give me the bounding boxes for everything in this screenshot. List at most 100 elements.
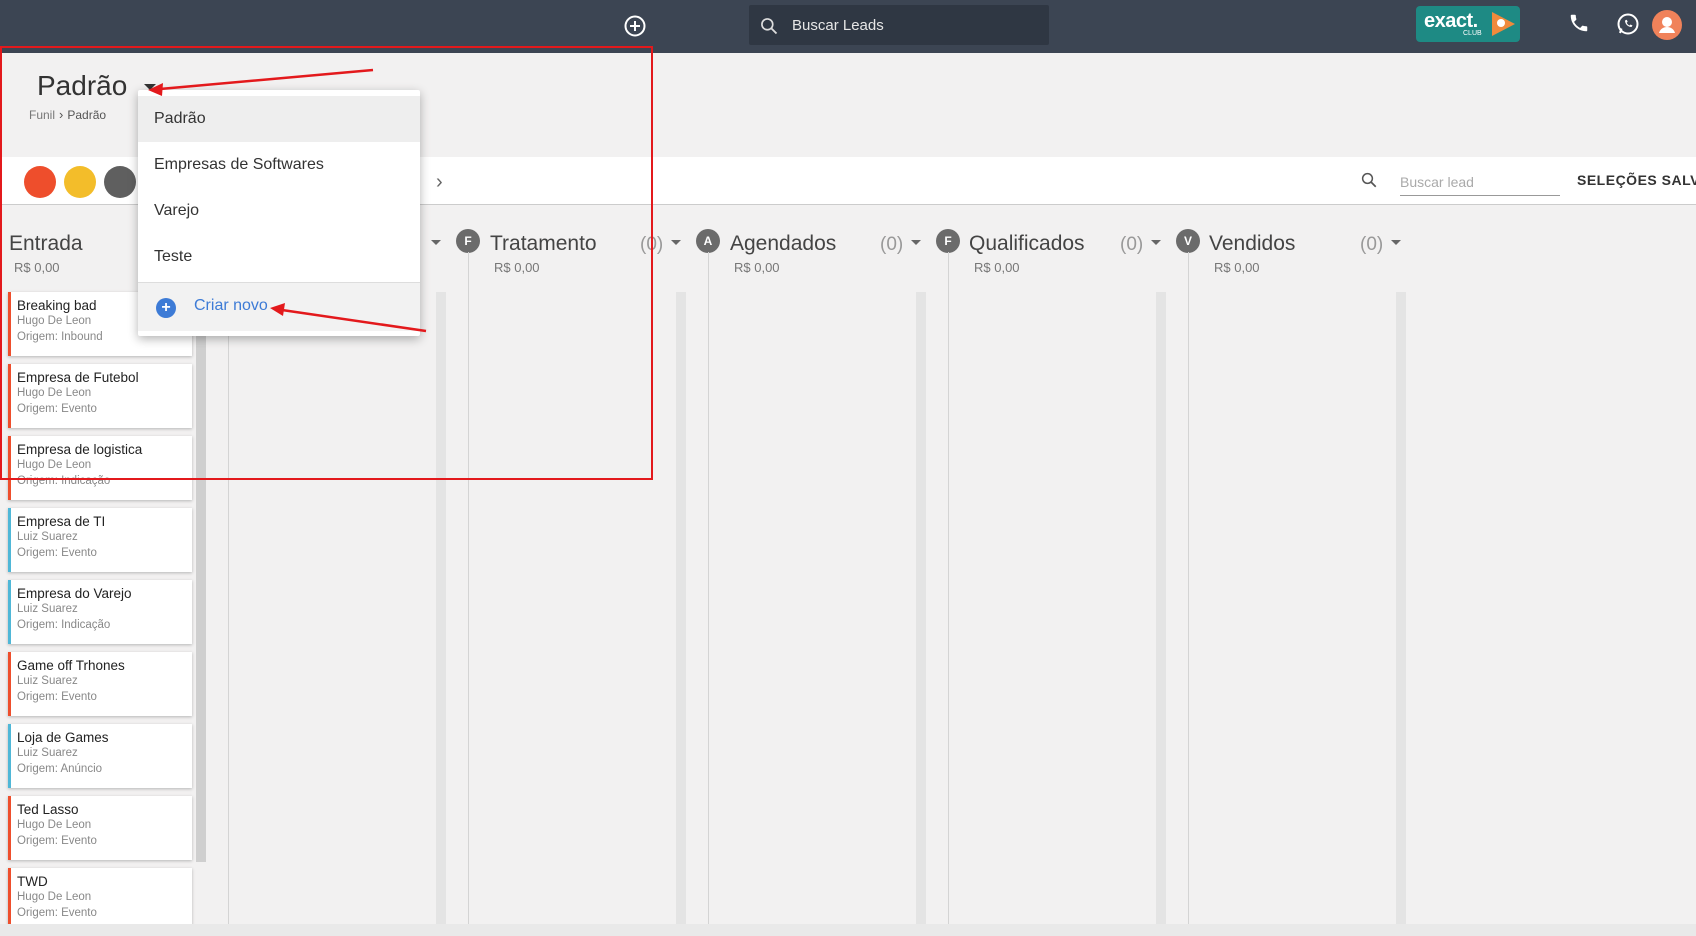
lead-card-owner: Luiz Suarez bbox=[17, 603, 78, 615]
lead-card[interactable]: TWD Hugo De Leon Origem: Evento bbox=[8, 868, 192, 932]
column-scrollbar[interactable] bbox=[1156, 292, 1166, 924]
lead-card-owner: Luiz Suarez bbox=[17, 675, 78, 687]
lead-card-name: Empresa de TI bbox=[17, 514, 106, 529]
column-value-qualificados: R$ 0,00 bbox=[974, 260, 1020, 275]
horizontal-scrollbar[interactable] bbox=[0, 924, 1696, 936]
filter-hot-dot[interactable] bbox=[24, 166, 56, 198]
lead-card-name: Empresa de Futebol bbox=[17, 370, 139, 385]
play-icon bbox=[1492, 12, 1515, 36]
lead-card-origin: Origem: Evento bbox=[17, 835, 97, 847]
column-divider bbox=[948, 252, 949, 924]
lead-card[interactable]: Empresa de Futebol Hugo De Leon Origem: Ev… bbox=[8, 364, 192, 428]
global-search-placeholder: Buscar Leads bbox=[792, 17, 884, 34]
entrada-scrollbar[interactable] bbox=[196, 292, 206, 862]
column-count-agendados: (0) bbox=[880, 234, 904, 255]
column-count-vendidos: (0) bbox=[1360, 234, 1384, 255]
lead-card-name: Game off Trhones bbox=[17, 658, 125, 673]
breadcrumb: Funil › Padrão bbox=[29, 107, 106, 122]
chevron-right-icon[interactable]: › bbox=[436, 171, 443, 194]
lead-card-name: Ted Lasso bbox=[17, 802, 79, 817]
column-value-tratamento: R$ 0,00 bbox=[494, 260, 540, 275]
page-title[interactable]: Padrão bbox=[37, 70, 127, 102]
create-new-funnel-button[interactable]: + Criar novo bbox=[138, 283, 420, 331]
column-scrollbar[interactable] bbox=[676, 292, 686, 924]
column-divider bbox=[228, 252, 229, 924]
column-divider bbox=[468, 252, 469, 924]
lead-card-origin: Origem: Evento bbox=[17, 691, 97, 703]
caret-down-icon[interactable] bbox=[431, 240, 441, 245]
lead-card-owner: Hugo De Leon bbox=[17, 387, 92, 399]
breadcrumb-current: Padrão bbox=[67, 107, 107, 122]
lead-search-input[interactable] bbox=[1400, 168, 1560, 196]
filter-cold-dot[interactable] bbox=[104, 166, 136, 198]
lead-card-owner: Luiz Suarez bbox=[17, 531, 78, 543]
global-search-input[interactable]: Buscar Leads bbox=[749, 5, 1049, 45]
lead-card[interactable]: Loja de Games Luiz Suarez Origem: Anúncio bbox=[8, 724, 192, 788]
column-scrollbar[interactable] bbox=[916, 292, 926, 924]
filter-warm-dot[interactable] bbox=[64, 166, 96, 198]
lead-card[interactable]: Ted Lasso Hugo De Leon Origem: Evento bbox=[8, 796, 192, 860]
column-title-entrada: Entrada bbox=[9, 232, 83, 255]
column-value-vendidos: R$ 0,00 bbox=[1214, 260, 1260, 275]
column-badge-agendados: A bbox=[696, 229, 720, 253]
lead-card-origin: Origem: Evento bbox=[17, 547, 97, 559]
user-avatar[interactable] bbox=[1652, 10, 1682, 40]
lead-card[interactable]: Empresa de TI Luiz Suarez Origem: Evento bbox=[8, 508, 192, 572]
column-count-tratamento: (0) bbox=[640, 234, 664, 255]
chevron-right-icon: › bbox=[59, 107, 64, 122]
lead-card[interactable]: Empresa do Varejo Luiz Suarez Origem: Indi… bbox=[8, 580, 192, 644]
lead-card-name: Empresa de logistica bbox=[17, 442, 143, 457]
column-title-vendidos: Vendidos bbox=[1209, 232, 1296, 255]
caret-down-icon[interactable] bbox=[1151, 240, 1161, 245]
column-scrollbar[interactable] bbox=[1396, 292, 1406, 924]
column-title-agendados: Agendados bbox=[730, 232, 837, 255]
lead-card-name: Breaking bad bbox=[17, 298, 97, 313]
funnel-option-teste[interactable]: Teste bbox=[138, 234, 420, 280]
lead-card-owner: Hugo De Leon bbox=[17, 459, 92, 471]
phone-icon[interactable] bbox=[1568, 12, 1590, 34]
lead-card[interactable]: Game off Trhones Luiz Suarez Origem: Event… bbox=[8, 652, 192, 716]
whatsapp-icon[interactable] bbox=[1616, 12, 1640, 36]
column-value-agendados: R$ 0,00 bbox=[734, 260, 780, 275]
create-new-label: Criar novo bbox=[194, 297, 268, 314]
saved-selections-button[interactable]: SELEÇÕES SALVA bbox=[1577, 172, 1696, 188]
lead-card-origin: Origem: Inbound bbox=[17, 331, 103, 343]
lead-card-origin: Origem: Indicação bbox=[17, 619, 111, 631]
lead-card-name: TWD bbox=[17, 874, 48, 889]
plus-circle-icon: + bbox=[156, 298, 176, 318]
lead-card-owner: Hugo De Leon bbox=[17, 315, 92, 327]
funnel-option-padrao[interactable]: Padrão bbox=[138, 96, 420, 142]
column-scrollbar[interactable] bbox=[436, 292, 446, 924]
user-icon bbox=[1659, 17, 1675, 33]
column-value-entrada: R$ 0,00 bbox=[14, 260, 60, 275]
search-icon[interactable] bbox=[1360, 171, 1378, 189]
column-divider bbox=[1188, 252, 1189, 924]
funnel-dropdown-menu: Padrão Empresas de Softwares Varejo Test… bbox=[138, 90, 420, 336]
caret-down-icon[interactable] bbox=[1391, 240, 1401, 245]
column-title-qualificados: Qualificados bbox=[969, 232, 1085, 255]
lead-card-owner: Hugo De Leon bbox=[17, 891, 92, 903]
lead-card-origin: Origem: Evento bbox=[17, 907, 97, 919]
column-title-tratamento: Tratamento bbox=[490, 232, 597, 255]
caret-down-icon[interactable] bbox=[911, 240, 921, 245]
lead-card-owner: Hugo De Leon bbox=[17, 819, 92, 831]
exact-club-logo[interactable]: exact. CLUB bbox=[1416, 6, 1520, 42]
lead-card-name: Loja de Games bbox=[17, 730, 109, 745]
funnel-option-varejo[interactable]: Varejo bbox=[138, 188, 420, 234]
column-badge-vendidos: V bbox=[1176, 229, 1200, 253]
top-navbar: Buscar Leads exact. CLUB bbox=[0, 0, 1696, 53]
lead-card[interactable]: Empresa de logistica Hugo De Leon Origem: … bbox=[8, 436, 192, 500]
lead-card-owner: Luiz Suarez bbox=[17, 747, 78, 759]
column-divider bbox=[708, 252, 709, 924]
column-badge-qualificados: F bbox=[936, 229, 960, 253]
breadcrumb-funil[interactable]: Funil bbox=[29, 108, 55, 122]
column-badge-tratamento: F bbox=[456, 229, 480, 253]
lead-card-name: Empresa do Varejo bbox=[17, 586, 132, 601]
caret-down-icon[interactable] bbox=[671, 240, 681, 245]
logo-sub: CLUB bbox=[1463, 30, 1482, 37]
lead-card-origin: Origem: Anúncio bbox=[17, 763, 103, 775]
funnel-option-empresas-de-softwares[interactable]: Empresas de Softwares bbox=[138, 142, 420, 188]
lead-card-origin: Origem: Evento bbox=[17, 403, 97, 415]
plus-circle-icon[interactable] bbox=[623, 14, 647, 38]
lead-card-origin: Origem: Indicação bbox=[17, 475, 111, 487]
